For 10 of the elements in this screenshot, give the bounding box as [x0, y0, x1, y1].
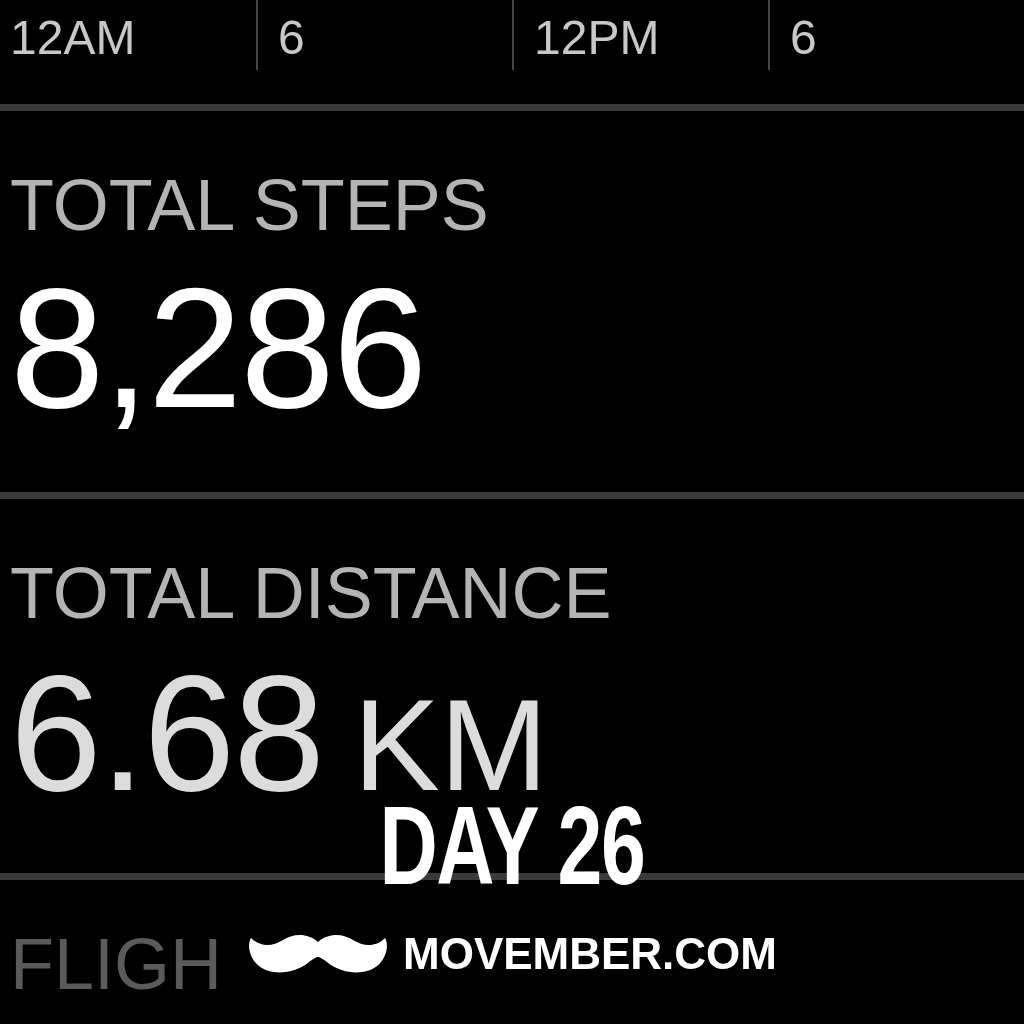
metric-value: 8,286: [10, 263, 426, 433]
axis-label: 6: [277, 11, 305, 64]
metric-label: TOTAL STEPS: [10, 169, 489, 241]
website-text: MOVEMBER.COM: [403, 932, 777, 976]
axis-label: 12AM: [10, 11, 136, 64]
axis-label: 6: [790, 11, 817, 64]
metric-value: 6.68: [10, 651, 324, 816]
metric-label: TOTAL DISTANCE: [10, 557, 612, 629]
metric-label: FLIGH: [10, 928, 223, 1000]
axis-label: 12PM: [534, 11, 660, 64]
